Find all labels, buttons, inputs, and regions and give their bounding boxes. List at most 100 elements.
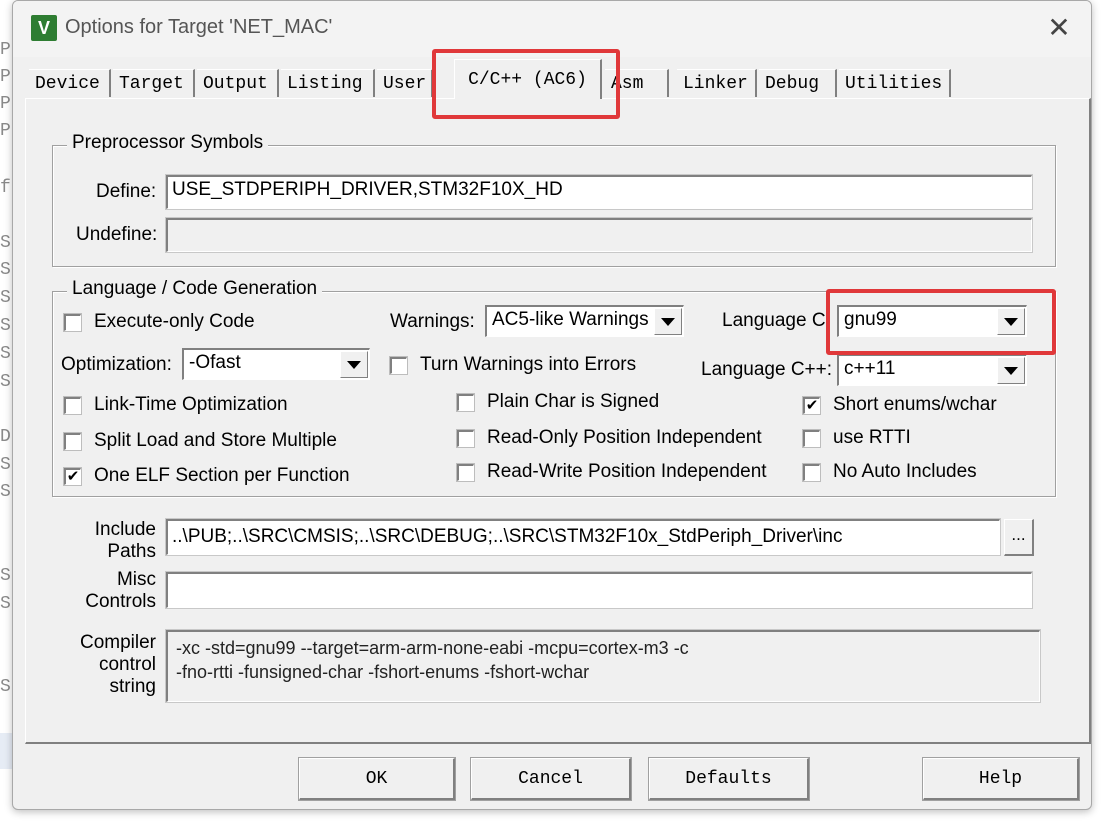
tab-linker[interactable]: Linker (677, 69, 757, 97)
defaults-button[interactable]: Defaults (648, 757, 810, 801)
close-button[interactable]: ✕ (1039, 9, 1079, 45)
warnings-dropdown-arrow[interactable] (654, 308, 682, 335)
background-letter: P (0, 67, 11, 87)
optimization-value: -Ofast (189, 352, 241, 373)
one-elf-box[interactable]: ✔ (63, 466, 82, 486)
preprocessor-group-title: Preprocessor Symbols (67, 132, 269, 154)
split-ldm-checkbox[interactable]: Split Load and Store Multiple (63, 430, 337, 452)
background-letter: S (0, 482, 11, 502)
one-elf-label: One ELF Section per Function (94, 465, 350, 486)
background-letter: S (0, 260, 11, 280)
background-letter: S (0, 566, 11, 586)
chevron-down-icon (661, 317, 675, 326)
tab-listing[interactable]: Listing (281, 69, 375, 97)
rwpi-box[interactable] (456, 462, 475, 482)
chevron-down-icon (347, 360, 361, 369)
include-paths-label: Include Paths (66, 519, 156, 563)
background-letter: S (0, 455, 11, 475)
no-auto-includes-box[interactable] (802, 462, 821, 482)
language-cpp-label: Language C++: (701, 359, 833, 380)
rwpi-checkbox[interactable]: Read-Write Position Independent (456, 461, 767, 483)
tab-utilities[interactable]: Utilities (839, 69, 951, 97)
short-enums-checkbox[interactable]: ✔ Short enums/wchar (802, 394, 997, 416)
ropi-label: Read-Only Position Independent (487, 427, 762, 448)
rtti-label: use RTTI (833, 427, 911, 448)
language-cpp-select[interactable]: c++11 (837, 354, 1027, 386)
background-letter: f (0, 178, 11, 198)
turn-warnings-box[interactable] (389, 355, 408, 375)
background-letter: S (0, 677, 11, 697)
plain-char-box[interactable] (456, 392, 475, 412)
short-enums-box[interactable]: ✔ (802, 395, 821, 415)
misc-label-line2: Controls (85, 591, 156, 612)
background-letter: S (0, 233, 11, 253)
include-paths-input[interactable]: ..\PUB;..\SRC\CMSIS;..\SRC\DEBUG;..\SRC\… (165, 518, 1001, 556)
lto-label: Link-Time Optimization (94, 394, 288, 415)
include-label-line1: Include (94, 519, 156, 540)
turn-warnings-checkbox[interactable]: Turn Warnings into Errors (389, 354, 637, 376)
plain-char-label: Plain Char is Signed (487, 391, 660, 412)
tab-output[interactable]: Output (197, 69, 279, 97)
execute-only-checkbox[interactable]: Execute-only Code (63, 311, 255, 333)
help-button[interactable]: Help (922, 757, 1080, 801)
chevron-down-icon (1004, 317, 1018, 326)
warnings-select[interactable]: AC5-like Warnings (485, 305, 684, 337)
close-icon: ✕ (1047, 11, 1071, 43)
language-cpp-value: c++11 (844, 358, 896, 379)
checkmark-icon: ✔ (66, 467, 80, 485)
split-ldm-box[interactable] (63, 431, 82, 451)
misc-label-line1: Misc (116, 569, 156, 590)
ropi-box[interactable] (456, 428, 475, 448)
optimization-dropdown-arrow[interactable] (340, 351, 368, 378)
compiler-label-line3: string (109, 676, 156, 697)
compiler-control-label: Compiler control string (56, 632, 156, 698)
background-letter: S (0, 344, 11, 364)
define-input[interactable]: USE_STDPERIPH_DRIVER,STM32F10X_HD (165, 174, 1033, 210)
tab-target[interactable]: Target (113, 69, 195, 97)
turn-warnings-label: Turn Warnings into Errors (420, 354, 637, 375)
background-letter: S (0, 316, 11, 336)
optimization-select[interactable]: -Ofast (182, 348, 370, 380)
lto-checkbox[interactable]: Link-Time Optimization (63, 394, 288, 416)
title-bar: V Options for Target 'NET_MAC' ✕ (13, 1, 1091, 57)
tab-c-cpp-ac6[interactable]: C/C++ (AC6) (454, 59, 602, 99)
undefine-input[interactable] (165, 217, 1033, 253)
no-auto-includes-label: No Auto Includes (833, 461, 977, 482)
misc-controls-label: Misc Controls (66, 569, 156, 613)
options-dialog: V Options for Target 'NET_MAC' ✕ Device … (12, 0, 1092, 810)
compiler-control-string[interactable]: -xc -std=gnu99 --target=arm-arm-none-eab… (165, 629, 1041, 703)
cancel-button[interactable]: Cancel (470, 757, 632, 801)
tab-panel: Preprocessor Symbols Define: USE_STDPERI… (25, 98, 1091, 744)
tab-asm[interactable]: Asm (605, 69, 669, 97)
include-label-line2: Paths (107, 541, 156, 562)
ropi-checkbox[interactable]: Read-Only Position Independent (456, 427, 762, 449)
execute-only-box[interactable] (63, 312, 82, 332)
rtti-checkbox[interactable]: use RTTI (802, 427, 911, 449)
tab-user[interactable]: User (377, 69, 433, 97)
rwpi-label: Read-Write Position Independent (487, 461, 767, 482)
language-c-select[interactable]: gnu99 (837, 305, 1027, 337)
plain-char-checkbox[interactable]: Plain Char is Signed (456, 391, 660, 413)
window-title: Options for Target 'NET_MAC' (65, 16, 333, 38)
background-letter: D (0, 427, 11, 447)
rtti-box[interactable] (802, 428, 821, 448)
language-c-value: gnu99 (844, 309, 897, 330)
misc-controls-input[interactable] (165, 571, 1033, 609)
no-auto-includes-checkbox[interactable]: No Auto Includes (802, 461, 977, 483)
lto-box[interactable] (63, 395, 82, 415)
one-elf-checkbox[interactable]: ✔ One ELF Section per Function (63, 465, 350, 487)
background-letter: S (0, 288, 11, 308)
split-ldm-label: Split Load and Store Multiple (94, 430, 337, 451)
language-c-dropdown-arrow[interactable] (997, 308, 1025, 335)
language-cpp-dropdown-arrow[interactable] (997, 357, 1025, 384)
chevron-down-icon (1004, 366, 1018, 375)
background-letter: P (0, 40, 11, 60)
background-letter: S (0, 594, 11, 614)
tab-debug[interactable]: Debug (759, 69, 837, 97)
define-label: Define: (96, 181, 157, 202)
ok-button[interactable]: OK (298, 757, 456, 801)
keil-app-icon: V (31, 15, 57, 41)
background-letter: P (0, 121, 11, 141)
include-browse-button[interactable]: ... (1004, 519, 1034, 556)
tab-device[interactable]: Device (29, 69, 111, 97)
